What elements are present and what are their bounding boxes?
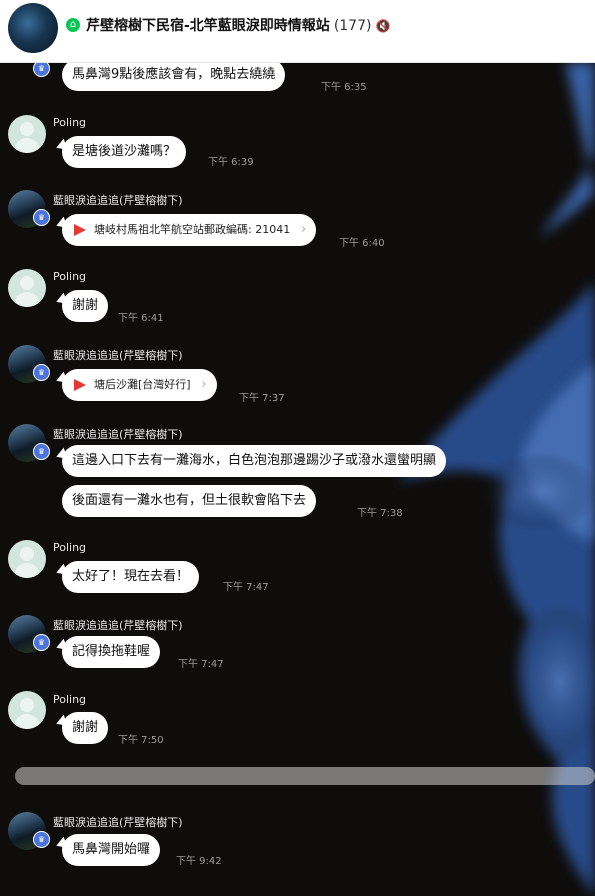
sender-name: 藍眼淚追追追(芹壁榕樹下)	[53, 816, 183, 829]
crown-icon: ♛	[33, 831, 50, 848]
message-time: 下午 7:47	[223, 582, 269, 593]
message-time: 下午 7:50	[118, 735, 164, 746]
message-time: 下午 7:47	[178, 659, 224, 670]
message-bubble[interactable]: 是塘後道沙灘嗎？	[62, 136, 187, 168]
speaker-mute-icon[interactable]: 🔇	[375, 19, 390, 33]
link-title: 塘后沙灘[台灣好行]	[94, 378, 191, 391]
group-name: 芹壁榕樹下民宿-北竿藍眼淚即時情報站	[86, 18, 330, 34]
crown-icon: ♛	[33, 364, 50, 381]
group-avatar[interactable]	[8, 3, 58, 53]
member-count: (177)	[333, 18, 372, 34]
sender-name: 藍眼淚追追追(芹壁榕樹下)	[53, 349, 183, 362]
message-time: 下午 6:41	[118, 313, 164, 324]
avatar[interactable]	[8, 269, 46, 307]
message-time: 下午 6:39	[208, 157, 254, 168]
sender-name: 藍眼淚追追追(芹壁榕樹下)	[53, 194, 183, 207]
chat-header: ⌂ 芹壁榕樹下民宿-北竿藍眼淚即時情報站 (177) 🔇	[0, 0, 595, 63]
link-preview-bubble[interactable]: 塘后沙灘[台灣好行] ›	[62, 369, 217, 401]
sender-name: 藍眼淚追追追(芹壁榕樹下)	[53, 619, 183, 632]
message-bubble[interactable]: 謝謝	[62, 290, 109, 322]
message-bubble[interactable]: 馬鼻灣9點後應該會有，晚點去繞繞	[62, 59, 286, 91]
chevron-right-icon: ›	[201, 377, 207, 392]
message-time: 下午 6:35	[321, 82, 367, 93]
message-bubble[interactable]: 記得換拖鞋喔	[62, 636, 161, 668]
play-icon	[74, 379, 86, 391]
message-time: 下午 7:37	[239, 393, 285, 404]
sender-name: 藍眼淚追追追(芹壁榕樹下)	[53, 428, 183, 441]
message-bubble[interactable]: 謝謝	[62, 712, 109, 744]
crown-icon: ♛	[33, 443, 50, 460]
date-divider	[15, 767, 595, 785]
sender-name: Poling	[53, 270, 87, 283]
group-icon: ⌂	[66, 18, 80, 32]
message-bubble[interactable]: 這邊入口下去有一灘海水，白色泡泡那邊踢沙子或潑水還蠻明顯	[62, 445, 447, 477]
chat-title[interactable]: 芹壁榕樹下民宿-北竿藍眼淚即時情報站 (177) 🔇	[86, 15, 390, 35]
sender-name: Poling	[53, 693, 87, 706]
link-preview-bubble[interactable]: 塘岐村馬祖北竿航空站郵政編碼: 21041 ›	[62, 214, 317, 246]
play-icon	[74, 224, 86, 236]
avatar[interactable]	[8, 540, 46, 578]
message-bubble[interactable]: 後面還有一灘水也有，但土很軟會陷下去	[62, 485, 317, 517]
avatar[interactable]	[8, 115, 46, 153]
message-bubble[interactable]: 馬鼻灣開始囉	[62, 834, 161, 866]
sender-name: Poling	[53, 541, 87, 554]
message-bubble[interactable]: 太好了！現在去看！	[62, 561, 200, 593]
message-time: 下午 6:40	[339, 238, 385, 249]
crown-icon: ♛	[33, 209, 50, 226]
sender-name: Poling	[53, 116, 87, 129]
avatar[interactable]	[8, 691, 46, 729]
link-title: 塘岐村馬祖北竿航空站郵政編碼: 21041	[94, 223, 291, 236]
message-time: 下午 7:38	[357, 508, 403, 519]
chevron-right-icon: ›	[301, 222, 307, 237]
crown-icon: ♛	[33, 634, 50, 651]
message-time: 下午 9:42	[176, 856, 222, 867]
